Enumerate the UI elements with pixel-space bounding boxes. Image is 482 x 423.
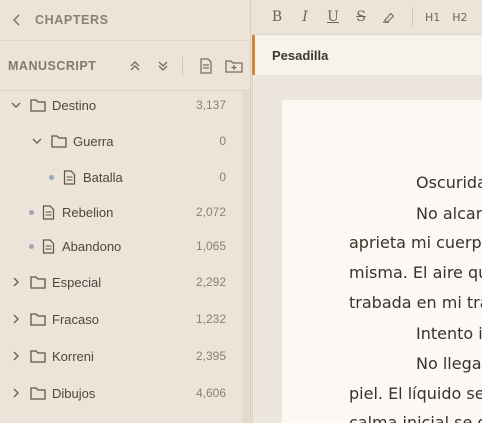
- strikethrough-button[interactable]: S: [354, 9, 368, 25]
- paragraph-line: No alcan: [416, 204, 482, 223]
- tree-item-especial[interactable]: Especial 2,292: [0, 267, 242, 297]
- sidebar: CHAPTERS MANUSCRIPT Destino 3,137 Guerra…: [0, 0, 251, 423]
- word-count: 0: [219, 170, 226, 184]
- tree-item-abandono[interactable]: Abandono 1,065: [0, 231, 242, 261]
- folder-icon: [30, 97, 46, 113]
- folder-icon: [30, 311, 46, 327]
- tree-item-label: Batalla: [83, 169, 123, 185]
- heading1-button[interactable]: H1: [425, 11, 440, 24]
- format-toolbar: B I U S H1 H2: [252, 0, 482, 35]
- document-icon: [40, 238, 56, 254]
- new-folder-icon[interactable]: [223, 55, 245, 77]
- word-count: 0: [219, 134, 226, 148]
- document-title[interactable]: Pesadilla: [272, 48, 328, 63]
- highlight-icon[interactable]: [382, 9, 396, 25]
- word-count: 3,137: [195, 98, 226, 112]
- tree-item-guerra[interactable]: Guerra 0: [0, 126, 242, 156]
- chevron-right-icon[interactable]: [10, 350, 22, 362]
- tree-item-korreni[interactable]: Korreni 2,395: [0, 341, 242, 371]
- tree-item-label: Especial: [52, 274, 102, 290]
- heading2-button[interactable]: H2: [452, 11, 467, 24]
- chapters-header: CHAPTERS: [0, 0, 250, 41]
- toolbar-divider: [412, 7, 413, 27]
- back-chevron-icon[interactable]: [10, 13, 24, 27]
- word-count: 4,606: [195, 386, 226, 400]
- underline-button[interactable]: U: [326, 9, 340, 25]
- folder-icon: [51, 133, 67, 149]
- tree-item-label: Abandono: [62, 238, 122, 254]
- document-icon: [61, 169, 77, 185]
- toolbar-divider: [182, 56, 183, 75]
- chevron-right-icon[interactable]: [10, 313, 22, 325]
- italic-button[interactable]: I: [298, 9, 312, 25]
- collapse-all-icon[interactable]: [124, 55, 146, 77]
- chevron-down-icon[interactable]: [10, 99, 22, 111]
- paragraph-line: calma inicial se de: [349, 413, 482, 423]
- tree-item-destino[interactable]: Destino 3,137: [0, 90, 242, 120]
- new-document-icon[interactable]: [195, 55, 217, 77]
- tree-item-label: Guerra: [73, 133, 114, 149]
- sidebar-scrollbar[interactable]: [242, 92, 250, 423]
- word-count: 2,395: [195, 349, 226, 363]
- tree-item-label: Korreni: [52, 348, 94, 364]
- paragraph-line: aprieta mi cuerpo: [349, 233, 482, 252]
- folder-icon: [30, 348, 46, 364]
- paragraph-line: piel. El líquido se: [349, 384, 482, 403]
- tree-item-label: Fracaso: [52, 311, 99, 327]
- tree-item-label: Rebelion: [62, 204, 114, 220]
- document-title-bar: Pesadilla: [252, 35, 482, 75]
- paragraph-line: Oscurida: [416, 173, 482, 192]
- folder-icon: [30, 385, 46, 401]
- tree-item-dibujos[interactable]: Dibujos 4,606: [0, 378, 242, 408]
- manuscript-bar: MANUSCRIPT: [0, 41, 250, 91]
- tree-item-rebelion[interactable]: Rebelion 2,072: [0, 197, 242, 227]
- manuscript-label: MANUSCRIPT: [8, 58, 97, 73]
- tree-item-label: Destino: [52, 97, 97, 113]
- paragraph-line: misma. El aire que: [349, 263, 482, 282]
- word-count: 2,072: [195, 205, 226, 219]
- expand-all-icon[interactable]: [152, 55, 174, 77]
- paragraph-line: trabada en mi trác: [349, 293, 482, 312]
- status-dot: [29, 243, 34, 249]
- tree-item-batalla[interactable]: Batalla 0: [0, 162, 242, 192]
- paragraph-line: No llega: [416, 354, 482, 373]
- paragraph-line: Intento i: [416, 324, 482, 343]
- editor-page[interactable]: Oscurida No alcan aprieta mi cuerpo mism…: [282, 100, 482, 423]
- word-count: 2,292: [195, 275, 226, 289]
- document-icon: [40, 204, 56, 220]
- status-dot: [49, 174, 54, 180]
- tree-item-label: Dibujos: [52, 385, 96, 401]
- bold-button[interactable]: B: [270, 9, 284, 25]
- word-count: 1,232: [195, 312, 226, 326]
- chevron-down-icon[interactable]: [31, 135, 43, 147]
- folder-icon: [30, 274, 46, 290]
- chevron-right-icon[interactable]: [10, 276, 22, 288]
- chapters-title: CHAPTERS: [35, 13, 109, 27]
- word-count: 1,065: [195, 239, 226, 253]
- chevron-right-icon[interactable]: [10, 387, 22, 399]
- status-dot: [29, 209, 34, 215]
- tree-item-fracaso[interactable]: Fracaso 1,232: [0, 304, 242, 334]
